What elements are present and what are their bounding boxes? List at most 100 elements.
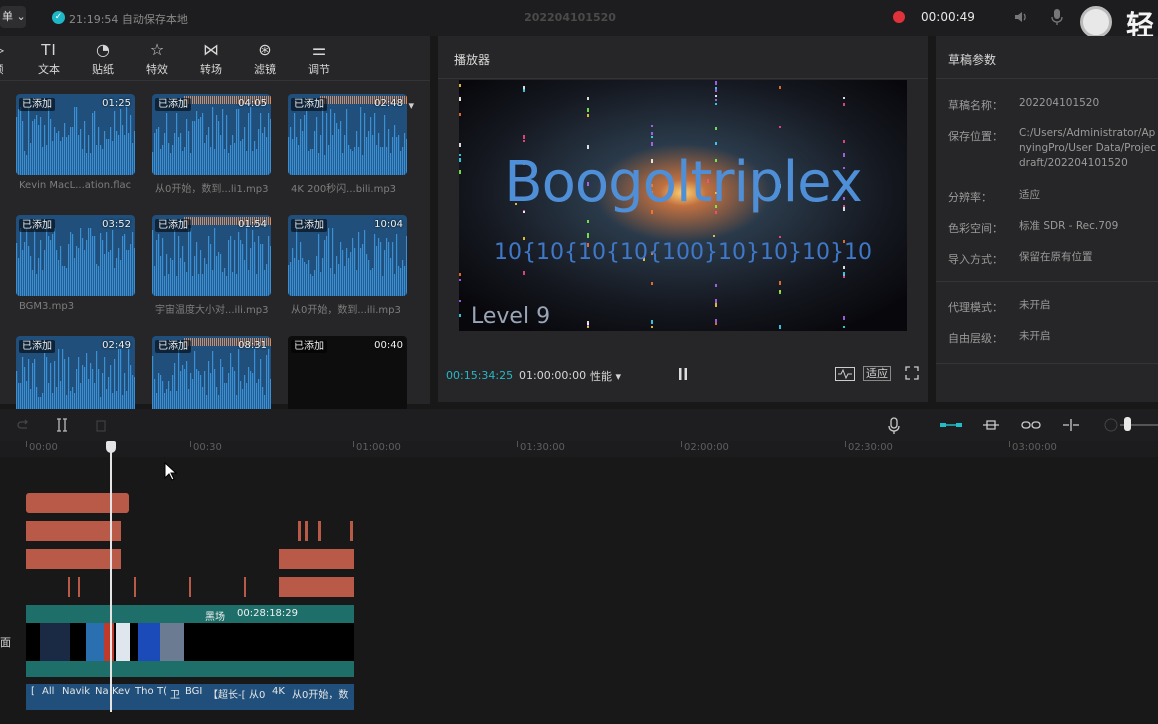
ruler-label: 01:30:00 [520,442,565,453]
pause-icon[interactable] [677,367,689,381]
ruler-tick [517,441,518,447]
timeline-ruler[interactable]: 00:00 00:30 01:00:00 01:30:00 02:00:00 0… [0,441,1158,457]
video-thumbnail [160,623,184,661]
tile-duration: 08:31 [238,340,267,351]
audio-clip[interactable] [244,577,246,597]
text-clip[interactable]: All [42,686,60,697]
video-thumbnail [138,623,160,661]
top-bar: 单 ⌄ ✓ 21:19:54 自动保存本地 202204101520 00:00… [0,0,1158,42]
text-clip[interactable]: 从0开始，数 [292,686,354,701]
ruler-tick [190,441,191,447]
tool-sticker[interactable]: ◔ 贴纸 [83,40,123,77]
audio-clip[interactable] [298,521,301,541]
media-tile[interactable]: 已添加 01:54 [152,215,271,296]
video-track-thumbnails[interactable] [26,623,354,661]
tool-adjust[interactable]: ⚌ 调节 [299,40,339,77]
media-tile[interactable]: 已添加 03:52 [16,215,135,296]
text-clip[interactable]: BGI [185,686,205,697]
audio-clip[interactable] [26,521,121,541]
waveform-icon[interactable] [835,367,855,381]
params-divider [936,78,1158,79]
tool-effect[interactable]: ☆ 特效 [137,40,177,77]
video-thumbnail [116,623,130,661]
total-time: 01:00:00:00 [519,369,587,382]
audio-clip[interactable] [318,521,321,541]
audio-clip[interactable] [350,521,353,541]
audio-clip[interactable] [189,577,191,597]
microphone-icon[interactable] [1050,8,1064,26]
record-audio-icon[interactable] [887,417,901,435]
text-clip[interactable]: Tho [135,686,155,697]
tool-filter[interactable]: ⊛ 滤镜 [245,40,285,77]
playhead-handle[interactable] [106,441,116,453]
preview-axis-icon[interactable] [1061,418,1081,432]
video-preview[interactable]: Boogoltriplex 10{10{10{10{100}10}10}10}1… [459,80,907,331]
video-sub-text: 10{10{10{10{100}10}10}10}10 [494,240,872,265]
audio-clip[interactable] [26,493,129,513]
text-clip[interactable]: 从0 [249,686,269,701]
tool-adjust-label: 调节 [308,63,330,76]
audio-clip[interactable] [279,577,354,597]
ruler-tick [845,441,846,447]
volume-icon[interactable] [1012,8,1030,26]
audio-clip[interactable] [78,577,80,597]
media-tile[interactable]: 已添加 02:48 [288,94,407,175]
autosave-status: 21:19:54 自动保存本地 [69,13,188,26]
split-icon[interactable] [55,418,69,432]
link-icon[interactable] [1021,418,1041,432]
fullscreen-icon[interactable] [905,366,919,380]
zoom-slider-handle[interactable] [1124,417,1131,431]
param-value: C:/Users/Administrator/Ap nyingPro/User … [1019,127,1156,169]
tool-filter-label: 滤镜 [254,63,276,76]
media-tile[interactable]: 已添加 08:31 [152,336,271,417]
tile-duration: 02:49 [102,340,131,351]
tile-filename: 宇宙温度大小对...ili.mp3 [155,305,269,316]
timeline-toolbar [0,409,1158,441]
tool-media[interactable]: ▷ 频 [0,40,18,77]
text-clip[interactable]: Na [95,686,109,697]
snap-icon[interactable] [982,418,1000,432]
media-tile[interactable]: 已添加 04:05 [152,94,271,175]
menu-button[interactable]: 单 ⌄ [0,6,26,28]
text-clip[interactable]: 4K [272,686,286,697]
video-track-header[interactable] [26,605,354,623]
text-clip[interactable]: Navik [62,686,92,697]
param-value: 标准 SDR - Rec.709 [1019,220,1119,232]
param-key: 分辨率： [948,191,992,204]
text-clip[interactable]: T( [157,686,167,697]
media-tile[interactable]: 已添加 10:04 [288,215,407,296]
performance-dropdown[interactable]: 性能 ▾ [590,368,621,384]
audio-clip[interactable] [26,549,121,569]
media-tile[interactable]: 已添加 00:40 [288,336,407,417]
delete-icon[interactable] [94,418,108,432]
record-icon[interactable] [893,11,905,23]
params-title: 草稿参数 [948,53,997,67]
redo-icon[interactable] [16,418,30,432]
audio-clip[interactable] [68,577,70,597]
text-clip[interactable]: 卫 [170,686,182,701]
zoom-out-icon[interactable] [1104,418,1118,432]
video-clip-duration: 00:28:18:29 [237,608,299,619]
text-clip[interactable]: Kev [112,686,132,697]
draft-params-panel: 草稿参数 草稿名称： 202204101520 保存位置： C:/Users/A… [936,36,1158,402]
tool-transition[interactable]: ⋈ 转场 [191,40,231,77]
media-tile[interactable]: 已添加 02:49 [16,336,135,417]
tool-text[interactable]: TI 文本 [29,40,69,77]
text-clip[interactable]: 【超长-[ [208,686,246,701]
playhead-line[interactable] [110,445,112,712]
performance-label: 性能 [590,370,612,383]
video-track-footer [26,661,354,677]
audio-clip[interactable] [134,577,136,597]
cover-label[interactable]: 面 [0,634,11,650]
param-key: 色彩空间： [948,222,1003,235]
toolbar-divider [0,80,430,81]
menu-label: 单 [2,10,13,23]
audio-clip[interactable] [279,549,354,569]
added-badge: 已添加 [155,98,191,111]
audio-clip[interactable] [305,521,308,541]
fit-button[interactable]: 适应 [863,366,891,381]
main-track-magnet-icon[interactable] [940,419,962,431]
text-clip[interactable]: [ [31,686,39,697]
media-tile[interactable]: 已添加 01:25 [16,94,135,175]
brand-logo-icon [1080,6,1112,38]
